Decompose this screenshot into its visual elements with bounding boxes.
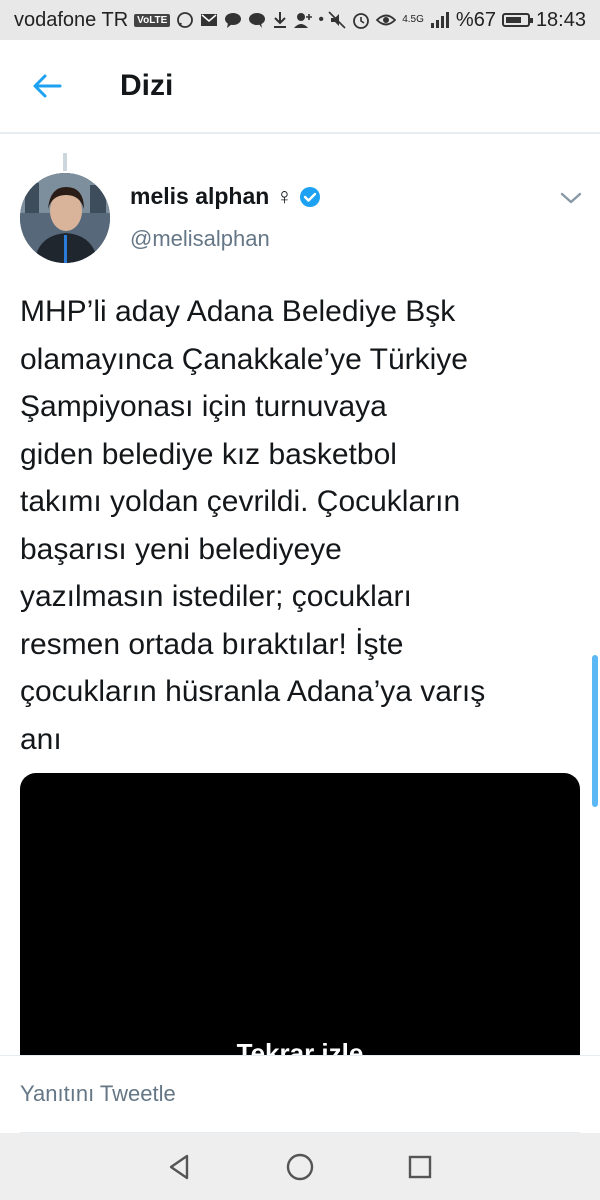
- chat-icon: [248, 11, 266, 29]
- avatar[interactable]: [20, 173, 110, 263]
- user-name[interactable]: melis alphan ♀: [130, 183, 321, 210]
- mail-icon: [200, 12, 218, 28]
- signal-icon: [430, 12, 450, 28]
- verified-badge-icon: [299, 186, 321, 208]
- whatsapp-icon: [176, 11, 194, 29]
- nav-recents-button[interactable]: [395, 1142, 445, 1192]
- app-header: Dizi: [0, 40, 600, 134]
- alarm-icon: [352, 11, 370, 29]
- back-button[interactable]: [0, 39, 94, 133]
- square-recents-icon: [408, 1155, 432, 1178]
- battery-percent: %67: [455, 8, 496, 31]
- tweet-text: MHP’li aday Adana Belediye Bşk olamayınc…: [20, 295, 486, 756]
- more-dots-icon: •: [318, 11, 324, 28]
- clock: 18:43: [535, 8, 586, 31]
- arrow-left-icon: [33, 74, 62, 98]
- nav-home-button[interactable]: [275, 1142, 325, 1192]
- thread-connector-line: [63, 153, 67, 171]
- page-title: Dizi: [120, 69, 174, 102]
- avatar-image: [20, 173, 110, 263]
- system-nav-bar: [0, 1133, 600, 1200]
- add-contact-icon: [294, 11, 313, 29]
- status-bar: vodafone TR VoLTE • 4.5G %67 18:43: [0, 0, 600, 40]
- user-display-name: melis alphan ♀: [130, 183, 293, 209]
- user-handle[interactable]: @melisalphan: [130, 226, 270, 252]
- triangle-back-icon: [169, 1154, 189, 1179]
- status-bar-right: 4.5G %67 18:43: [328, 9, 586, 32]
- nav-back-button[interactable]: [155, 1142, 205, 1192]
- network-type-label: 4.5G: [402, 14, 424, 25]
- circle-home-icon: [286, 1153, 314, 1180]
- video-player[interactable]: Tekrar izle: [20, 773, 580, 1073]
- mute-icon: [328, 11, 346, 29]
- download-icon: [272, 11, 288, 29]
- message-icon: [224, 11, 242, 29]
- volte-icon: VoLTE: [134, 13, 171, 27]
- eye-icon: [376, 13, 397, 27]
- status-bar-left: vodafone TR VoLTE •: [14, 9, 324, 32]
- carrier-name: vodafone TR: [14, 8, 129, 31]
- chevron-down-icon[interactable]: [558, 188, 584, 208]
- scrollbar-thumb[interactable]: [592, 655, 598, 807]
- reply-bar: Yanıtını Tweetle: [0, 1055, 600, 1134]
- battery-icon: [501, 13, 533, 27]
- reply-input[interactable]: Yanıtını Tweetle: [20, 1056, 580, 1134]
